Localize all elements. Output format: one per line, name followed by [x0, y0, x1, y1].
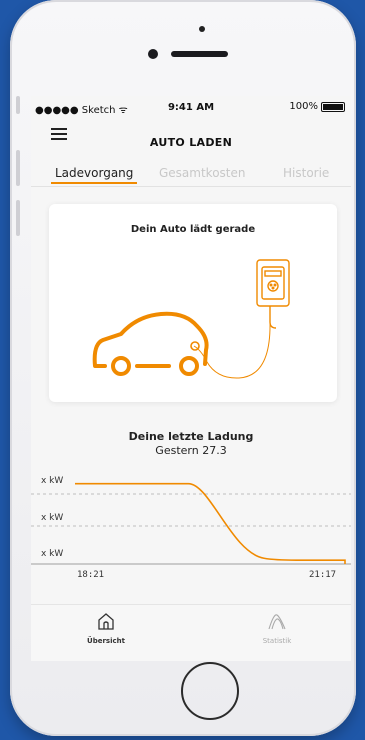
active-tab-indicator: [51, 182, 137, 184]
tab-uebersicht[interactable]: Übersicht: [46, 611, 166, 645]
bottom-tab-bar: Übersicht Statistik: [31, 604, 351, 661]
y-tick-label: x kW: [41, 513, 64, 523]
last-charge-date: Gestern 27.3: [155, 444, 227, 457]
tab-gesamtkosten[interactable]: Gesamtkosten: [159, 166, 246, 180]
battery-indicator: 100%: [289, 101, 345, 112]
segment-tabs: Ladevorgang Gesamtkosten Historie: [31, 162, 351, 187]
car-charging-illustration: [92, 259, 290, 379]
app-screen: ●●●●● Sketch ᯤ 9:41 AM 100% AUTO LADEN L…: [31, 96, 351, 661]
status-bar: ●●●●● Sketch ᯤ 9:41 AM 100%: [31, 96, 351, 118]
battery-icon: [321, 101, 345, 112]
mute-switch: [16, 96, 20, 114]
power-series-line: [75, 482, 346, 564]
tab-ladevorgang[interactable]: Ladevorgang: [55, 166, 133, 180]
volume-up-button: [16, 150, 20, 186]
x-tick-label: 18:21: [77, 570, 105, 580]
y-tick-label: x kW: [41, 549, 64, 559]
page-title: AUTO LADEN: [149, 136, 233, 149]
x-tick-label: 21:17: [309, 570, 337, 580]
charging-station-icon: [256, 259, 290, 329]
battery-percent: 100%: [289, 101, 318, 112]
charge-power-chart: [31, 482, 351, 565]
charging-status-card: Dein Auto lädt gerade: [49, 204, 337, 402]
y-tick-label: x kW: [41, 476, 64, 486]
tab-historie[interactable]: Historie: [283, 166, 329, 180]
front-camera: [148, 49, 158, 59]
home-icon: [98, 613, 114, 630]
proximity-sensor: [199, 26, 205, 32]
last-charge-title: Deine letzte Ladung: [128, 430, 254, 443]
tab-statistik[interactable]: Statistik: [217, 611, 337, 645]
earpiece-speaker: [171, 51, 228, 57]
tab-statistik-label: Statistik: [262, 637, 292, 645]
tab-uebersicht-label: Übersicht: [87, 637, 125, 645]
nav-bar: AUTO LADEN: [31, 118, 351, 154]
statistic-icon: [268, 614, 286, 630]
car-icon: [92, 311, 209, 376]
home-button[interactable]: [181, 662, 239, 720]
volume-down-button: [16, 200, 20, 236]
